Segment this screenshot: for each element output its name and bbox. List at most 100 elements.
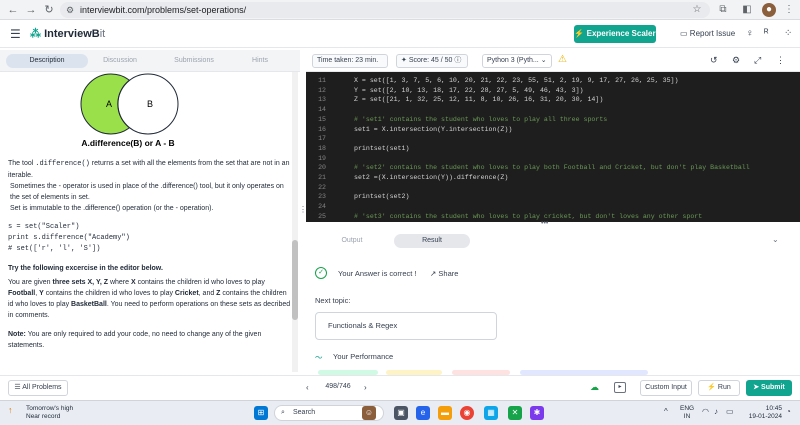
custom-input-button[interactable]: Custom Input (640, 380, 692, 396)
info-icon[interactable]: ⓘ (454, 57, 461, 64)
all-problems-button[interactable]: ☰ All Problems (8, 380, 68, 396)
clock-time: 10:45 (765, 405, 782, 412)
run-button[interactable]: ⚡ Run (698, 380, 740, 396)
code-example-3: # set(['r', 'l', 'S']) (8, 245, 101, 253)
p1-text: The tool (8, 160, 36, 167)
line-code: printset(set2) (354, 193, 410, 201)
code-line[interactable]: 14 (306, 105, 800, 115)
time-taken-pill: Time taken: 23 min. (312, 54, 388, 68)
windows-start-icon[interactable]: ⊞ (254, 406, 268, 420)
paragraph-2: Sometimes the - operator is used in plac… (10, 183, 284, 201)
experience-scaler-button[interactable]: ⚡ Experience Scaler (574, 25, 656, 43)
volume-icon[interactable]: ♪ (714, 407, 718, 416)
note-text: Note: You are only required to add your … (8, 329, 292, 351)
line-number: 20 (318, 164, 326, 172)
reload-icon[interactable]: ↻ (42, 3, 56, 17)
app-icon[interactable]: ✱ (530, 406, 544, 420)
file-explorer-icon[interactable]: ▬ (438, 406, 452, 420)
code-line[interactable]: 20 # 'set2' contains the student who love… (306, 163, 800, 173)
code-editor[interactable]: 11 X = set([1, 3, 7, 5, 6, 10, 20, 21, 22… (306, 72, 800, 222)
back-icon[interactable]: ← (6, 3, 20, 17)
code-line[interactable]: 17 (306, 134, 800, 144)
extensions-icon[interactable]: ⧉ (716, 3, 730, 17)
next-problem-icon[interactable]: › (364, 383, 367, 392)
interviewbit-logo[interactable]: ⁂ InterviewBit (30, 27, 105, 40)
more-icon[interactable]: ⋮ (776, 55, 785, 66)
venn-caption: A.difference(B) or A - B (81, 138, 174, 148)
submit-button[interactable]: ➤ Submit (746, 380, 792, 396)
code-line[interactable]: 16 set1 = X.intersection(Y.intersection(Z… (306, 125, 800, 135)
menu-kebab-icon[interactable]: ⋮ (782, 3, 796, 17)
score-pill: ✦ Score: 45 / 50 ⓘ (396, 54, 468, 68)
description-scrollbar-thumb[interactable] (292, 240, 298, 320)
share-link[interactable]: ↗ Share (430, 269, 458, 278)
xbox-icon[interactable]: ✕ (508, 406, 522, 420)
code-line[interactable]: 25 # 'set3' contains the student who love… (306, 212, 800, 222)
collapse-chevron-icon[interactable]: ⌄ (772, 235, 779, 244)
user-icon[interactable]: ᴿ (764, 28, 769, 39)
cloud-sync-icon[interactable]: ☁ (590, 382, 599, 393)
bookmark-star-icon[interactable]: ☆ (690, 3, 704, 17)
clock[interactable]: 10:45 19-01-2024 (744, 405, 782, 421)
next-topic-card[interactable]: Functionals & Regex (315, 312, 497, 340)
warning-icon[interactable]: ⚠ (558, 54, 567, 65)
code-line[interactable]: 19 (306, 154, 800, 164)
line-code: set1 = X.intersection(Y.intersection(Z)) (354, 125, 513, 133)
score-text: Score: 45 / 50 (408, 57, 453, 64)
input-language[interactable]: ENG IN (680, 405, 694, 421)
code-line[interactable]: 21 set2 =(X.intersection(Y)).difference(Z… (306, 173, 800, 183)
language-select[interactable]: Python 3 (Pyth... ⌄ (482, 54, 552, 68)
code-line[interactable]: 15 # 'set1' contains the student who love… (306, 115, 800, 125)
wifi-icon[interactable]: ◠ (702, 407, 709, 416)
code-line[interactable]: 23 printset(set2) (306, 192, 800, 202)
code-line[interactable]: 11 X = set([1, 3, 7, 5, 6, 10, 20, 21, 22… (306, 76, 800, 86)
tab-description[interactable]: Description (6, 54, 88, 68)
copilot-avatar-icon[interactable]: ☺ (362, 406, 376, 420)
edge-icon[interactable]: e (416, 406, 430, 420)
tab-submissions[interactable]: Submissions (168, 54, 220, 68)
weather-icon[interactable]: ↑ (8, 405, 13, 415)
prev-problem-icon[interactable]: ‹ (306, 383, 309, 392)
tab-hints[interactable]: Hints (240, 54, 280, 68)
line-code: printset(set1) (354, 144, 410, 152)
grid-icon[interactable]: ⁘ (784, 28, 792, 39)
app-header: ☰ ⁂ InterviewBit ⚡ Experience Scaler ▭ R… (0, 20, 800, 48)
settings-icon[interactable]: ⚙ (732, 55, 740, 66)
hamburger-menu-icon[interactable]: ☰ (10, 27, 21, 41)
weather-widget[interactable]: Tomorrow's high Near record (26, 405, 73, 421)
report-issue-link[interactable]: ▭ Report Issue (680, 29, 735, 38)
code-line[interactable]: 18 printset(set1) (306, 144, 800, 154)
tab-output[interactable]: Output (326, 234, 378, 248)
code-line[interactable]: 12 Y = set([2, 10, 13, 18, 17, 22, 28, 27… (306, 86, 800, 96)
line-number: 12 (318, 86, 326, 94)
notifications-icon[interactable]: ◔ (786, 407, 791, 416)
forward-icon[interactable]: → (24, 3, 38, 17)
ex-t1: You are given (8, 279, 53, 286)
share-label: Share (438, 269, 459, 278)
tab-result[interactable]: Result (394, 234, 470, 248)
store-icon[interactable]: ▦ (484, 406, 498, 420)
reset-icon[interactable]: ↺ (710, 55, 718, 66)
code-line[interactable]: 22 (306, 183, 800, 193)
ex-t11: , and (198, 290, 217, 297)
mic-icon[interactable]: ♀ (746, 28, 754, 39)
editor-resize-handle[interactable]: ••• (541, 220, 548, 227)
tab-discussion[interactable]: Discussion (92, 54, 148, 68)
battery-icon[interactable]: ▭ (726, 407, 734, 416)
code-line[interactable]: 13 Z = set([21, 1, 32, 25, 12, 11, 8, 10,… (306, 95, 800, 105)
address-bar[interactable]: ⚙ interviewbit.com/problems/set-operatio… (60, 2, 710, 18)
venn-label-b: B (147, 99, 153, 109)
lang-line-2: IN (683, 413, 691, 420)
task-view-icon[interactable]: ▣ (394, 406, 408, 420)
line-number: 23 (318, 193, 326, 201)
sidebar-icon[interactable]: ◧ (740, 3, 754, 17)
tray-chevron-icon[interactable]: ^ (664, 407, 668, 416)
code-line[interactable]: 24 (306, 202, 800, 212)
pane-resize-handle[interactable]: ⋮ (299, 205, 307, 219)
chrome-icon[interactable]: ◉ (460, 406, 474, 420)
description-scrollbar[interactable] (292, 72, 298, 372)
expand-icon[interactable]: ⤢ (754, 55, 761, 66)
console-icon[interactable]: ▸ (614, 382, 626, 393)
site-info-icon[interactable]: ⚙ (66, 2, 74, 18)
profile-avatar-icon[interactable]: ● (762, 3, 776, 17)
